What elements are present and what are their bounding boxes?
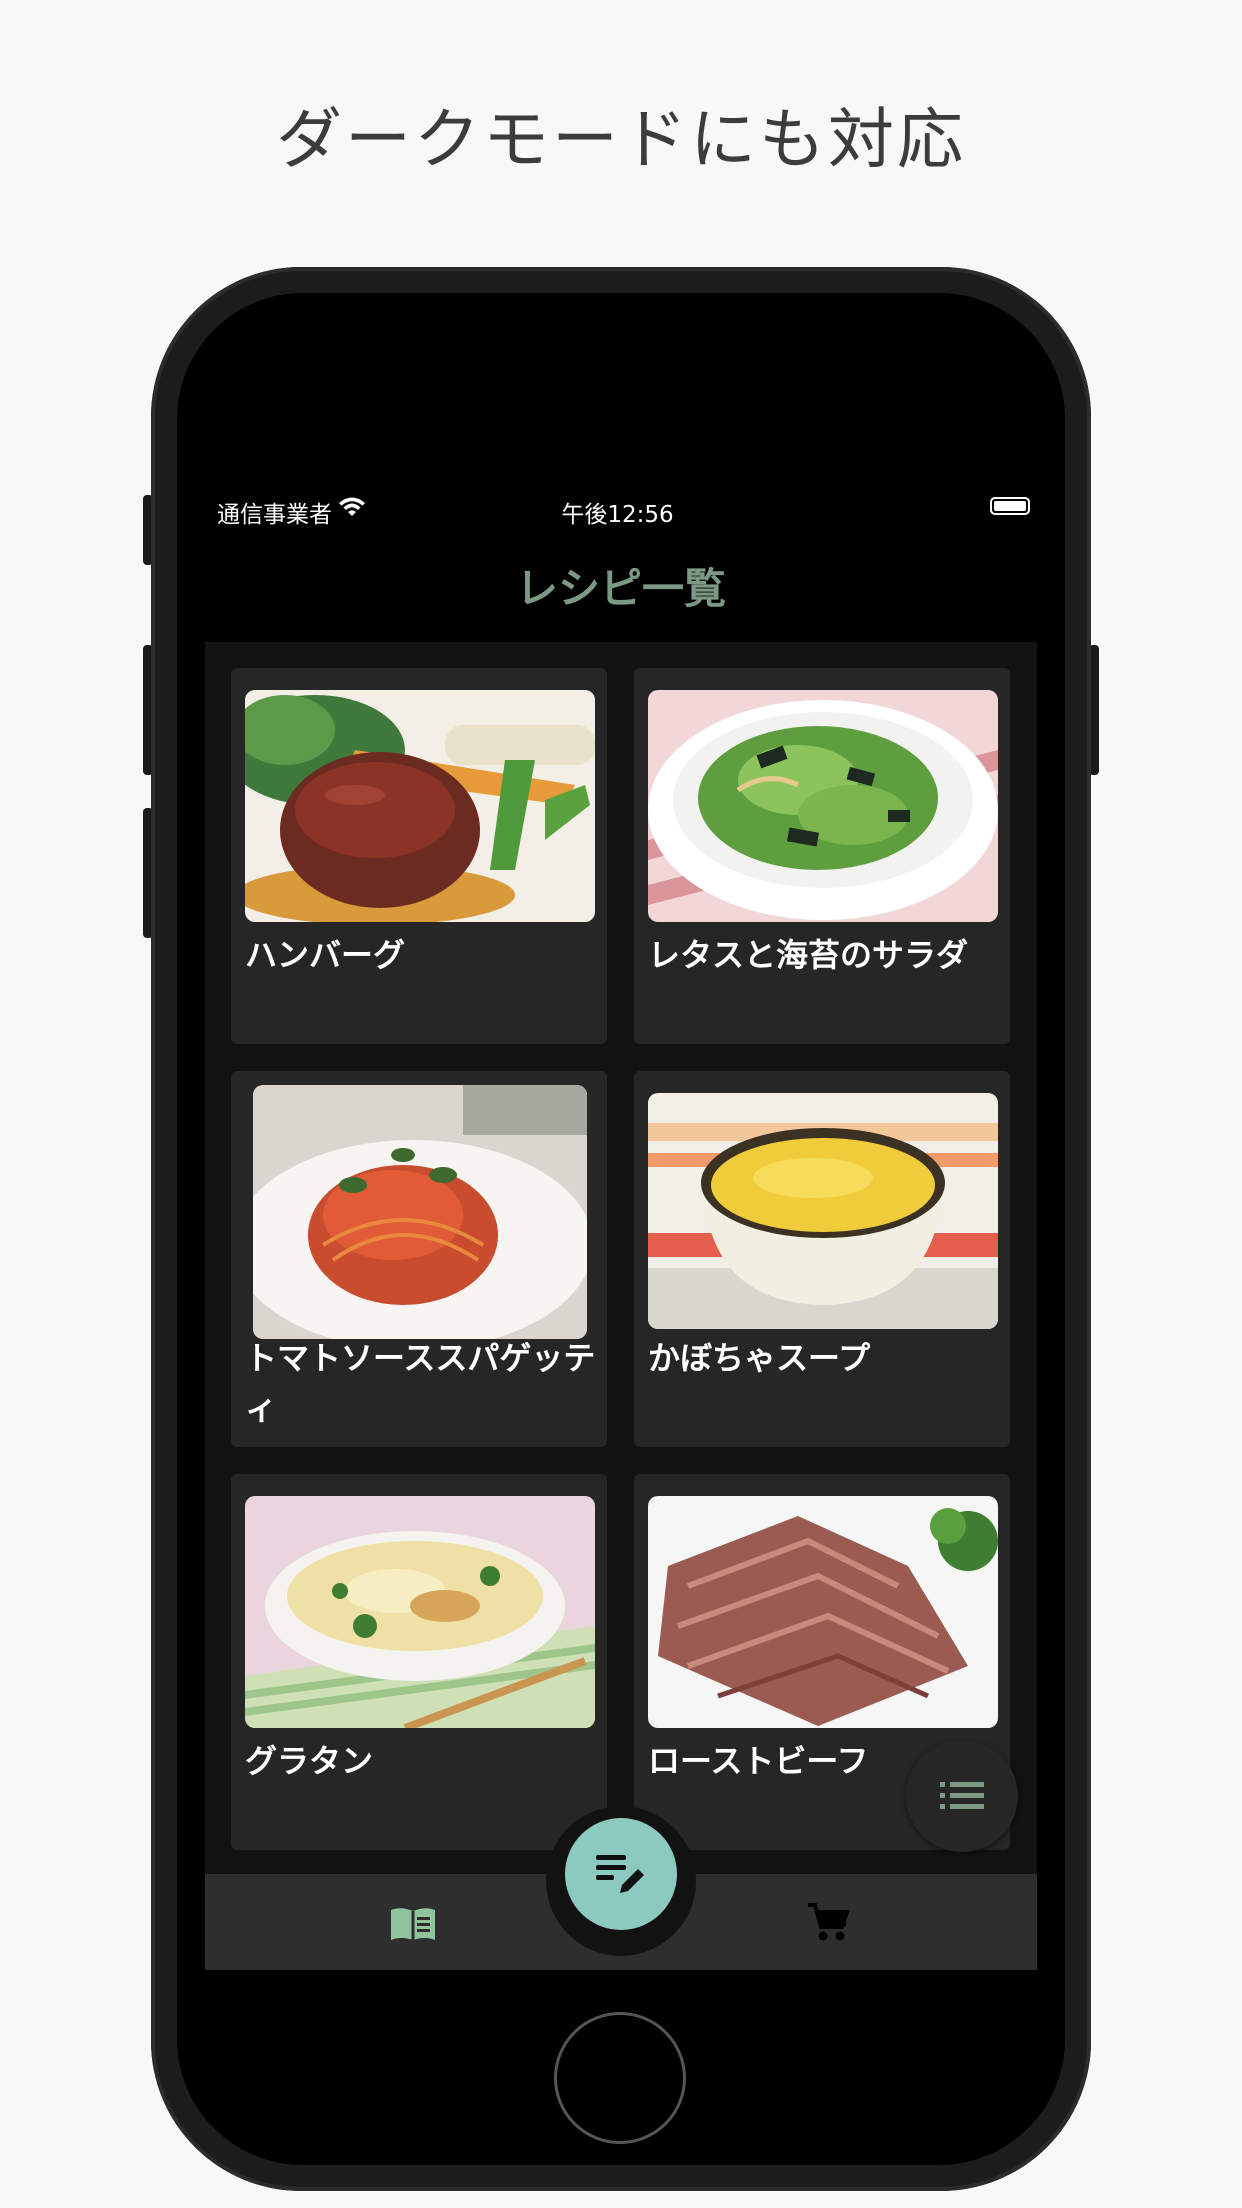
recipe-name: グラタン — [245, 1742, 374, 1780]
recipe-card[interactable]: トマトソーススパゲッティ — [231, 1071, 607, 1447]
recipe-name: ハンバーグ — [245, 936, 406, 974]
page-title: レシピ一覧 — [515, 564, 726, 613]
recipe-card[interactable]: ハンバーグ — [231, 668, 607, 1044]
list-icon — [940, 1782, 984, 1809]
recipe-card[interactable]: グラタン — [231, 1474, 607, 1850]
edit-list-icon — [596, 1855, 644, 1893]
lettuce-seaweed-salad-photo — [648, 690, 998, 922]
pumpkin-soup-photo — [648, 1093, 998, 1329]
tomato-spaghetti-photo — [253, 1085, 587, 1339]
status-bar: 通信事業者 午後12:56 — [205, 493, 1030, 528]
gratin-photo — [245, 1496, 595, 1728]
recipe-name: レタスと海苔のサラダ — [648, 936, 969, 974]
shopping-cart-icon[interactable] — [806, 1902, 850, 1944]
recipe-card[interactable]: かぼちゃスープ — [634, 1071, 1010, 1447]
battery-icon — [990, 497, 1030, 515]
recipe-card[interactable]: レタスと海苔のサラダ — [634, 668, 1010, 1044]
roast-beef-photo — [648, 1496, 998, 1728]
status-time: 午後12:56 — [561, 502, 674, 528]
recipe-name: トマトソーススパゲッティ — [245, 1339, 596, 1427]
edit-list-button[interactable] — [565, 1818, 677, 1930]
recipe-name: かぼちゃスープ — [648, 1339, 871, 1377]
hamburg-steak-photo — [245, 690, 595, 922]
list-view-button[interactable] — [906, 1740, 1018, 1852]
promo-headline: ダークモードにも対応 — [276, 101, 966, 178]
phone-home-button[interactable] — [554, 2012, 686, 2144]
recipe-book-icon[interactable] — [389, 1906, 437, 1942]
recipe-grid: ハンバーグ レタスと海苔のサラダ トマトソーススパゲッティ かぼちゃスープ グラ… — [205, 642, 1037, 1874]
